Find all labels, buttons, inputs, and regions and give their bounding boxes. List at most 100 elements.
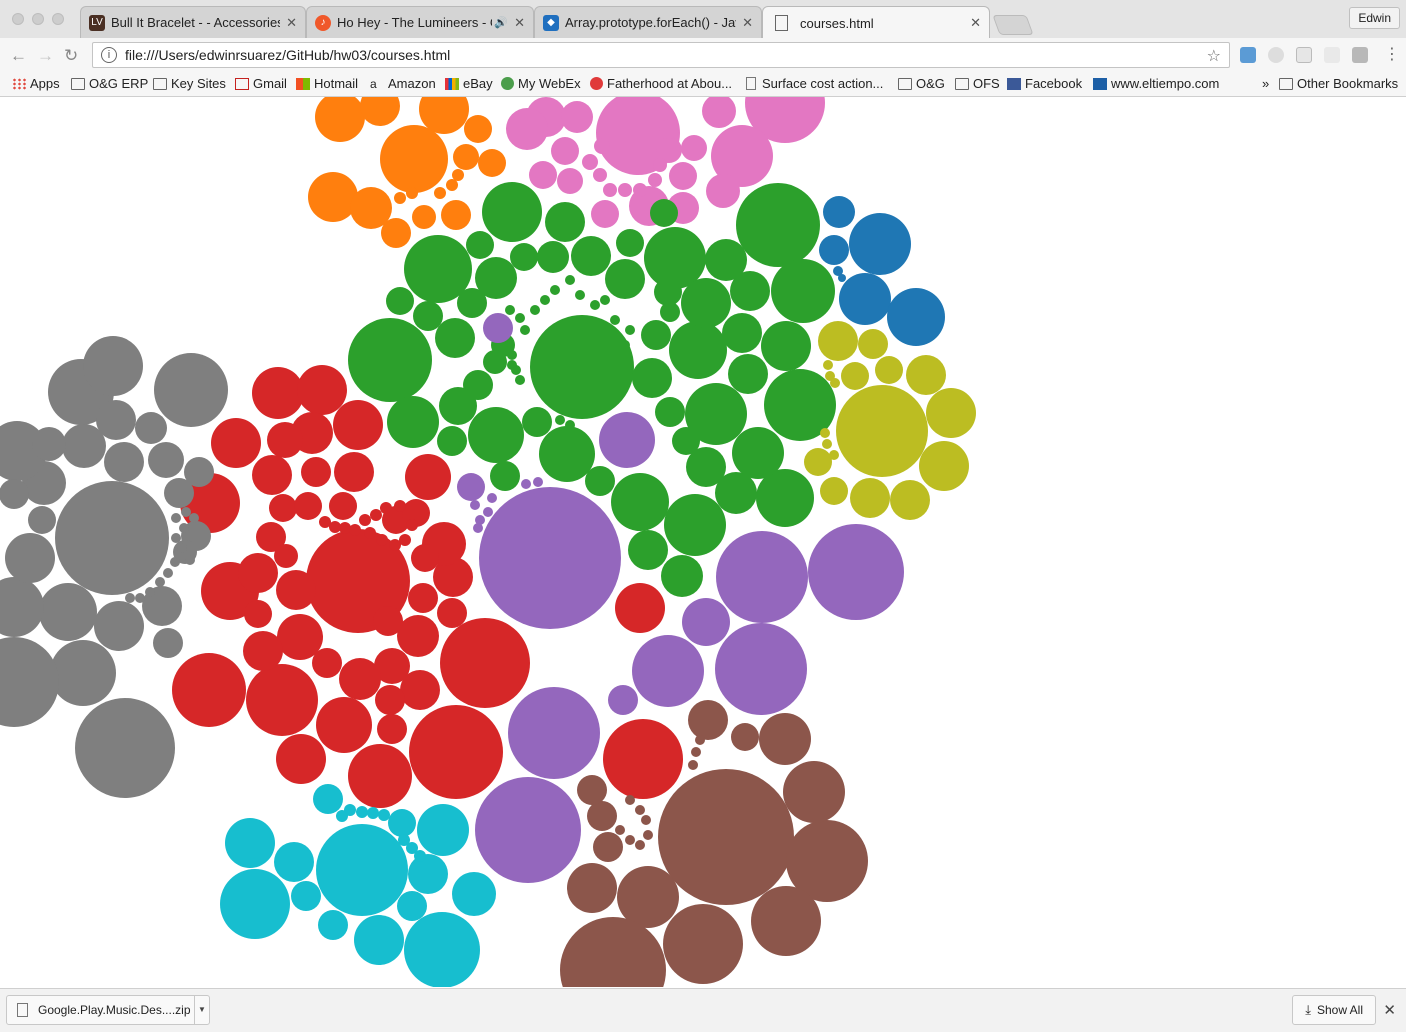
close-tab-icon[interactable]: ✕ <box>514 15 525 31</box>
tab-label: Bull It Bracelet - - Accessories <box>111 15 281 30</box>
bubble-cyan <box>356 806 368 818</box>
bubble-brown <box>688 700 728 740</box>
gmail-icon <box>235 77 249 90</box>
bookmark-surface-cost[interactable]: Surface cost action... <box>746 76 883 91</box>
bubble-olive <box>926 388 976 438</box>
bookmark-facebook[interactable]: Facebook <box>1007 76 1082 91</box>
folder-icon <box>898 77 912 90</box>
extension-icon[interactable] <box>1324 47 1340 63</box>
bubble-brown <box>751 886 821 956</box>
bookmarks-overflow-button[interactable]: » <box>1262 76 1269 91</box>
apps-grid-icon <box>12 77 26 90</box>
bubble-pink <box>648 173 662 187</box>
bookmark-ofs[interactable]: OFS <box>955 76 1000 91</box>
bubble-red <box>397 615 439 657</box>
bubble-purple <box>457 473 485 501</box>
minimize-window-button[interactable] <box>32 13 44 25</box>
bubble-green <box>435 318 475 358</box>
tab-array-foreach[interactable]: ◆ Array.prototype.forEach() - Jav ✕ <box>534 6 762 38</box>
download-icon: ⤓ <box>1305 1002 1311 1017</box>
show-all-label: Show All <box>1316 1003 1363 1017</box>
bookmark-fatherhood[interactable]: Fatherhood at Abou... <box>590 76 732 91</box>
bubble-green <box>537 241 569 273</box>
bubble-green <box>437 426 467 456</box>
bubble-gray <box>83 336 143 396</box>
bookmark-og[interactable]: O&G <box>898 76 945 91</box>
bookmark-webex[interactable]: My WebEx <box>501 76 581 91</box>
bookmark-apps[interactable]: Apps <box>12 76 60 91</box>
show-all-button[interactable]: ⤓ Show All <box>1292 995 1376 1025</box>
bubble-red <box>373 606 403 636</box>
page-icon <box>746 77 756 90</box>
bubble-orange <box>452 169 464 181</box>
bubble-red <box>274 544 298 568</box>
menu-icon[interactable]: ⋮ <box>1384 44 1400 64</box>
maximize-window-button[interactable] <box>52 13 64 25</box>
bubble-cyan <box>452 872 496 916</box>
bookmark-eltiempo[interactable]: www.eltiempo.com <box>1093 76 1219 91</box>
bubble-red <box>267 422 303 458</box>
bubble-brown <box>577 775 607 805</box>
bubble-gray <box>135 593 145 603</box>
bubble-red <box>615 583 665 633</box>
close-window-button[interactable] <box>12 13 24 25</box>
bookmark-amazon[interactable]: a Amazon <box>370 76 436 91</box>
bookmark-hotmail[interactable]: Hotmail <box>296 76 358 91</box>
address-bar[interactable]: i file:///Users/edwinrsuarez/GitHub/hw03… <box>92 42 1230 68</box>
bubble-blue <box>887 288 945 346</box>
bubble-olive <box>836 385 928 477</box>
bubble-red <box>375 685 405 715</box>
reload-icon[interactable]: ↻ <box>64 46 78 66</box>
bubble-pink <box>582 154 598 170</box>
close-tab-icon[interactable]: ✕ <box>286 15 297 31</box>
profile-button[interactable]: Edwin <box>1349 7 1400 29</box>
close-icon[interactable]: ✕ <box>1383 1001 1396 1019</box>
bubble-red <box>411 544 439 572</box>
tab-ho-hey[interactable]: ♪ Ho Hey - The Lumineers - G 🔊 ✕ <box>306 6 534 38</box>
extension-icon[interactable] <box>1240 47 1256 63</box>
extension-icon[interactable] <box>1352 47 1368 63</box>
bubble-olive <box>890 480 930 520</box>
bubble-cyan <box>378 809 390 821</box>
other-bookmarks[interactable]: Other Bookmarks <box>1279 76 1398 91</box>
bubble-green <box>669 321 727 379</box>
bookmark-og-erp[interactable]: O&G ERP <box>71 76 148 91</box>
bubble-cyan <box>367 807 379 819</box>
bubble-green <box>611 473 669 531</box>
bookmark-star-icon[interactable]: ☆ <box>1207 46 1221 66</box>
info-icon[interactable]: i <box>101 47 117 63</box>
audio-playing-icon[interactable]: 🔊 <box>494 16 508 29</box>
bubble-red <box>408 583 438 613</box>
download-item[interactable]: Google.Play.Music.Des....zip ▼ <box>6 995 210 1025</box>
bubble-green <box>348 318 432 402</box>
bubble-green <box>632 358 672 398</box>
forward-arrow-icon[interactable]: → <box>37 46 54 66</box>
back-arrow-icon[interactable]: ← <box>10 46 27 66</box>
bubble-cyan <box>313 784 343 814</box>
bubble-cyan <box>220 869 290 939</box>
bubble-green <box>644 227 706 289</box>
bubble-red <box>359 514 371 526</box>
bubble-green <box>520 325 530 335</box>
bookmark-gmail[interactable]: Gmail <box>235 76 287 91</box>
bubble-gray <box>145 587 155 597</box>
bubble-green <box>732 427 784 479</box>
close-tab-icon[interactable]: ✕ <box>970 15 981 31</box>
bubble-purple <box>470 500 480 510</box>
tab-courses[interactable]: courses.html ✕ <box>762 6 990 39</box>
bubble-red <box>377 714 407 744</box>
bubble-gray <box>181 507 191 517</box>
bookmarks-bar: Apps O&G ERP Key Sites Gmail Hotmail a A… <box>0 72 1406 97</box>
chevron-down-icon[interactable]: ▼ <box>194 996 209 1024</box>
extension-icon[interactable] <box>1268 47 1284 63</box>
bookmark-key-sites[interactable]: Key Sites <box>153 76 226 91</box>
bubble-brown <box>567 863 617 913</box>
new-tab-button[interactable] <box>992 15 1034 35</box>
bubble-cyan <box>318 910 348 940</box>
tab-bull-it-bracelet[interactable]: LV Bull It Bracelet - - Accessories ✕ <box>80 6 306 38</box>
close-tab-icon[interactable]: ✕ <box>742 15 753 31</box>
bookmark-ebay[interactable]: eBay <box>445 76 493 91</box>
bubble-red <box>394 500 406 512</box>
bubble-red <box>252 455 292 495</box>
extension-icon[interactable] <box>1296 47 1312 63</box>
